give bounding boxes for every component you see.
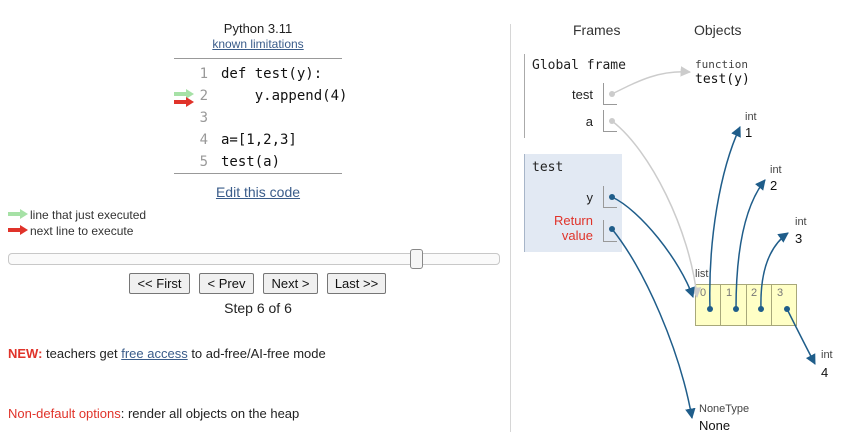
options-text: : render all objects on the heap [120,406,300,421]
step-counter: Step 6 of 6 [224,300,292,316]
var-test-slot [603,83,617,105]
free-access-link[interactable]: free access [121,346,187,361]
function-type-label: function [695,58,748,71]
none-type-label: NoneType [699,403,750,415]
prev-button[interactable]: < Prev [199,273,254,294]
next-line-arrow-icon [174,97,194,107]
pointer-return-to-none [611,228,696,420]
code-line: 4 a=[1,2,3] [174,129,342,151]
var-y-slot [603,186,617,208]
code-text: test(a) [221,154,281,170]
first-button[interactable]: << First [129,273,190,294]
last-button[interactable]: Last >> [327,273,386,294]
panel-divider [510,24,511,432]
int-type-label: int [745,111,757,123]
return-value-label: value [561,228,593,243]
function-value: test(y) [695,72,750,87]
objects-header: Objects [694,22,742,38]
legend-executed: line that just executed [30,208,147,222]
language-label: Python 3.11 [223,21,293,36]
next-button[interactable]: Next > [263,273,318,294]
notice-text: teachers get [42,346,122,361]
code-line: 2 y.append(4) [174,85,348,107]
return-label: Return [553,213,593,228]
list-index: 1 [726,287,733,299]
int-type-label: int [770,164,782,176]
line-number: 3 [199,110,208,126]
none-value: None [699,418,731,433]
options-notice: Non-default options: render all objects … [8,406,299,421]
notice-text-end: to ad-free/AI-free mode [187,346,326,361]
var-y: y [586,190,594,205]
int-value: 2 [770,178,778,193]
int-value: 3 [795,231,803,246]
list-type-label: list [695,268,709,280]
list-index: 3 [777,287,784,299]
executed-legend-arrow-icon [8,209,28,219]
code-text: def test(y): [221,66,323,82]
new-label: NEW: [8,346,43,361]
return-value-slot [603,220,617,242]
var-a-slot [603,110,617,132]
line-number: 4 [199,132,208,148]
line-number: 5 [199,154,208,170]
list-cell-divider [720,284,721,326]
step-slider-thumb[interactable] [410,249,423,269]
frames-header: Frames [573,22,621,38]
legend-next: next line to execute [30,224,134,238]
int-value: 4 [821,365,829,380]
list-index: 0 [700,287,707,299]
list-index: 2 [751,287,758,299]
code-text: a=[1,2,3] [221,132,297,148]
step-slider-track[interactable] [8,253,500,265]
var-a: a [585,114,593,129]
pointer-a-to-list [611,120,702,299]
var-test: test [572,87,593,102]
test-frame-title: test [532,160,564,175]
global-frame-title: Global frame [532,58,626,73]
next-legend-arrow-icon [8,225,28,235]
int-type-label: int [795,216,807,228]
list-cell-divider [746,284,747,326]
code-text: y.append(4) [221,88,348,104]
int-type-label: int [821,349,833,361]
line-number: 1 [199,66,208,82]
int-value: 1 [745,125,753,140]
code-line: 5 test(a) [174,151,342,173]
code-listing: 1 def test(y): 2 y.append(4) 3 4 a=[1,2,… [174,58,348,174]
code-line: 1 def test(y): [174,63,342,85]
known-limitations-link[interactable]: known limitations [212,37,303,51]
pointer-elem0-to-int1 [709,126,741,310]
list-cell-divider [771,284,772,326]
new-notice: NEW: teachers get free access to ad-free… [8,346,326,361]
code-line: 3 [174,107,342,129]
pointer-y-to-list [611,196,695,298]
options-label: Non-default options [8,406,121,421]
edit-code-link[interactable]: Edit this code [216,184,300,200]
